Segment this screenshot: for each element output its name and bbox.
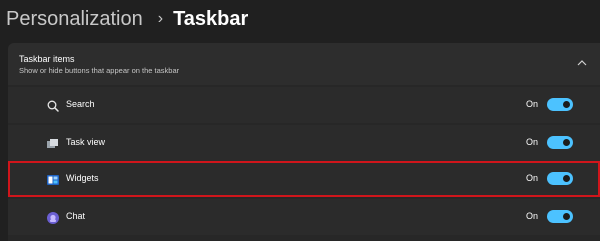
- chat-icon: [47, 212, 59, 224]
- widgets-toggle[interactable]: [547, 172, 573, 185]
- task-view-state: On: [526, 137, 539, 147]
- task-view-icon: [47, 139, 58, 148]
- search-state: On: [526, 99, 539, 109]
- chat-label: Chat: [66, 211, 86, 221]
- section-title: Taskbar items: [19, 54, 75, 64]
- widgets-state: On: [526, 173, 539, 183]
- search-label: Search: [66, 99, 95, 109]
- chat-toggle-knob: [563, 213, 570, 220]
- taskbar-item-widgets: Widgets On: [8, 161, 600, 197]
- task-view-label: Task view: [66, 137, 106, 147]
- breadcrumb: Personalization › Taskbar: [6, 4, 248, 34]
- task-view-toggle[interactable]: [547, 136, 573, 149]
- chevron-up-icon[interactable]: [576, 58, 588, 68]
- widgets-icon: [47, 175, 59, 185]
- search-icon: [47, 100, 59, 112]
- breadcrumb-separator: ›: [157, 10, 164, 27]
- taskbar-items-header[interactable]: Taskbar items Show or hide buttons that …: [8, 43, 600, 85]
- chat-toggle[interactable]: [547, 210, 573, 223]
- widgets-toggle-knob: [563, 175, 570, 182]
- widgets-label: Widgets: [66, 173, 99, 183]
- taskbar-items-section: Taskbar items Show or hide buttons that …: [8, 43, 600, 241]
- task-view-toggle-knob: [563, 139, 570, 146]
- page-title: Taskbar: [173, 7, 249, 30]
- taskbar-item-task-view: Task view On: [8, 125, 600, 161]
- section-subtitle: Show or hide buttons that appear on the …: [19, 66, 180, 75]
- search-toggle[interactable]: [547, 98, 573, 111]
- taskbar-item-search: Search On: [8, 87, 600, 123]
- taskbar-item-chat: Chat On: [8, 199, 600, 235]
- search-toggle-knob: [563, 101, 570, 108]
- breadcrumb-personalization[interactable]: Personalization: [6, 8, 143, 31]
- chat-state: On: [526, 211, 539, 221]
